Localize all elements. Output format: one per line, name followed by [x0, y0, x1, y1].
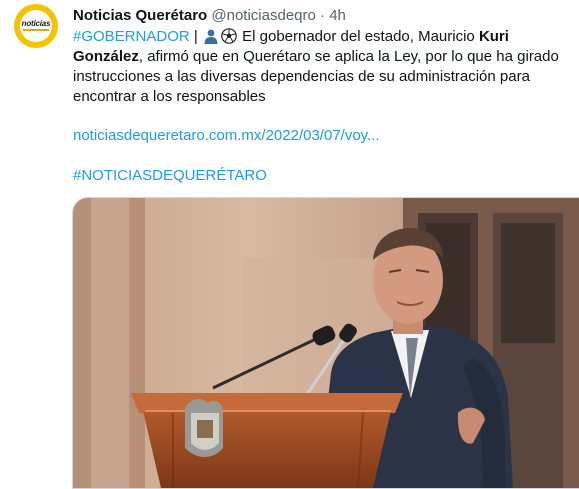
- avatar-logo-text: noticias: [21, 19, 51, 28]
- tweet-time[interactable]: 4h: [329, 7, 346, 24]
- tweet-text-part1: El gobernador del estado, Mauricio: [242, 28, 475, 45]
- photo-illustration: [73, 198, 579, 488]
- hashtag-line: #NOTICIASDEQUERÉTARO: [73, 166, 267, 186]
- bust-in-silhouette-icon: [203, 28, 219, 44]
- avatar-logo-bar: [23, 29, 49, 31]
- tweet-text: #GOBERNADOR | El gobernador del estado, …: [73, 27, 573, 107]
- hashtag-noticiasdequeretaro[interactable]: #NOTICIASDEQUERÉTARO: [73, 167, 267, 184]
- pipe-separator: |: [193, 28, 198, 45]
- author-avatar[interactable]: noticias: [14, 4, 58, 48]
- tweet-photo[interactable]: [72, 197, 579, 489]
- author-handle[interactable]: @noticiasdeqro: [211, 7, 315, 24]
- tweet-header: Noticias Querétaro @noticiasdeqro · 4h: [73, 6, 346, 26]
- header-separator: ·: [320, 7, 326, 24]
- soccer-ball-icon: [221, 28, 237, 44]
- article-link[interactable]: noticiasdequeretaro.com.mx/2022/03/07/vo…: [73, 127, 380, 144]
- article-link-line: noticiasdequeretaro.com.mx/2022/03/07/vo…: [73, 126, 380, 146]
- author-name[interactable]: Noticias Querétaro: [73, 7, 207, 24]
- hashtag-gobernador[interactable]: #GOBERNADOR: [73, 28, 190, 45]
- tweet-text-part2: , afirmó que en Querétaro se aplica la L…: [73, 48, 559, 105]
